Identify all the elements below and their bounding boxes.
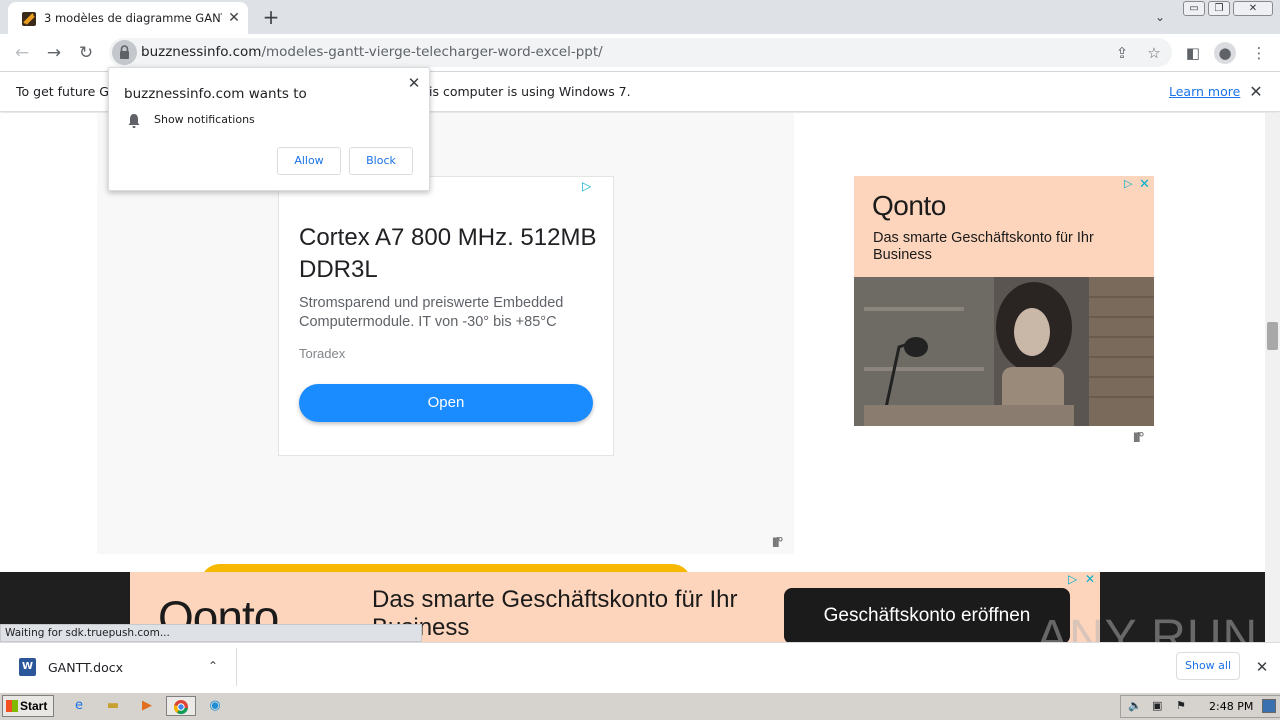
- close-window-button[interactable]: ✕: [1233, 1, 1273, 16]
- popup-title: buzznessinfo.com wants to: [124, 86, 307, 102]
- show-desktop-icon[interactable]: [1262, 699, 1276, 713]
- page-content: ▷ Cortex A7 800 MHz. 512MB DDR3L Stromsp…: [0, 113, 1265, 642]
- shelf-divider: [236, 648, 237, 686]
- url-path: /modeles-gantt-vierge-telecharger-word-e…: [261, 44, 603, 60]
- minimize-button[interactable]: ▭: [1183, 1, 1205, 16]
- browser-tab[interactable]: 3 modèles de diagramme GANTT vierges ✕: [8, 2, 248, 34]
- ad-photo: [854, 277, 1154, 426]
- infobar-text-start: To get future Go: [16, 84, 117, 99]
- tab-title: 3 modèles de diagramme GANTT vierges: [44, 11, 222, 25]
- page-scrollbar[interactable]: [1265, 113, 1280, 642]
- ad-network-logo-icon: IIl°: [1133, 429, 1144, 445]
- menu-kebab-icon[interactable]: ⋮: [1248, 42, 1270, 64]
- ad-description: Stromsparend und preiswerte Embedded Com…: [299, 295, 564, 330]
- adchoices-icon[interactable]: ▷: [582, 179, 596, 193]
- back-arrow-icon[interactable]: ←: [10, 42, 34, 64]
- file-explorer-icon[interactable]: ▬: [102, 696, 124, 716]
- show-all-button[interactable]: Show all: [1176, 652, 1240, 680]
- ad-close-icon[interactable]: ✕: [1139, 177, 1150, 192]
- download-file-name[interactable]: GANTT.docx: [48, 660, 123, 675]
- profile-avatar-icon[interactable]: ●: [1214, 42, 1236, 64]
- ad-brand: Toradex: [299, 346, 346, 361]
- infobar-text-end: is computer is using Windows 7.: [429, 84, 631, 99]
- status-bubble: Waiting for sdk.truepush.com...: [0, 624, 422, 642]
- volume-icon[interactable]: 🔈: [1128, 699, 1142, 712]
- ad-open-button[interactable]: Open: [299, 384, 593, 422]
- share-icon[interactable]: ⇪: [1111, 42, 1133, 64]
- tab-search-chevron-icon[interactable]: ⌄: [1150, 7, 1170, 27]
- chrome-icon[interactable]: [166, 696, 196, 716]
- url-host: buzznessinfo.com: [141, 44, 262, 60]
- ad-network-logo-icon: IIl°: [772, 534, 783, 550]
- qonto-logo: Qonto: [872, 190, 946, 221]
- side-panel-icon[interactable]: ◧: [1182, 42, 1204, 64]
- chevron-up-icon[interactable]: ⌃: [204, 657, 222, 675]
- scrollbar-thumb[interactable]: [1267, 322, 1278, 350]
- bookmark-star-icon[interactable]: ☆: [1143, 42, 1165, 64]
- edge-icon[interactable]: ◉: [204, 696, 226, 716]
- site-favicon-icon: [22, 12, 36, 26]
- bell-icon: [128, 114, 140, 128]
- taskbar-clock[interactable]: 2:48 PM: [1209, 700, 1253, 713]
- new-tab-button[interactable]: +: [260, 6, 282, 28]
- ad-close-icon[interactable]: ✕: [1085, 572, 1095, 586]
- lock-icon[interactable]: [112, 40, 137, 65]
- learn-more-link[interactable]: Learn more: [1169, 84, 1240, 99]
- start-button[interactable]: Start: [2, 695, 54, 717]
- infobar-close-icon[interactable]: ✕: [1246, 82, 1266, 102]
- system-tray: [1120, 695, 1280, 718]
- qonto-ad-sidebar[interactable]: ▷ ✕ Qonto Das smarte Geschäftskonto für …: [854, 176, 1154, 426]
- allow-button[interactable]: Allow: [277, 147, 341, 175]
- adchoices-icon[interactable]: ▷: [1124, 177, 1132, 190]
- address-bar[interactable]: buzznessinfo.com/modeles-gantt-vierge-te…: [109, 38, 1172, 67]
- tab-close-icon[interactable]: ✕: [224, 8, 244, 28]
- word-document-icon[interactable]: W: [19, 658, 36, 676]
- restore-button[interactable]: ❐: [1208, 1, 1230, 16]
- download-shelf: [0, 642, 1280, 692]
- toradex-ad[interactable]: ▷ Cortex A7 800 MHz. 512MB DDR3L Stromsp…: [278, 176, 614, 456]
- ad-tagline: Das smarte Geschäftskonto für Ihr Busine…: [873, 230, 1094, 263]
- url-text[interactable]: buzznessinfo.com/modeles-gantt-vierge-te…: [141, 44, 603, 60]
- reload-icon[interactable]: ↻: [74, 42, 98, 64]
- windows-flag-icon: [6, 700, 18, 712]
- media-player-icon[interactable]: ▶: [136, 696, 158, 716]
- banner-text: Das smarte Geschäftskonto für Ihr Busine…: [372, 586, 738, 641]
- network-icon[interactable]: ▣: [1152, 699, 1162, 712]
- block-button[interactable]: Block: [349, 147, 413, 175]
- start-label: Start: [20, 699, 48, 713]
- shelf-close-icon[interactable]: ✕: [1252, 657, 1272, 677]
- action-center-flag-icon[interactable]: ⚑: [1176, 699, 1186, 712]
- internet-explorer-icon[interactable]: e: [68, 696, 90, 716]
- permission-label: Show notifications: [154, 113, 255, 126]
- ad-title: Cortex A7 800 MHz. 512MB DDR3L: [299, 224, 597, 283]
- forward-arrow-icon[interactable]: →: [42, 42, 66, 64]
- banner-cta-button[interactable]: Geschäftskonto eröffnen: [784, 588, 1070, 642]
- notification-permission-popup: buzznessinfo.com wants to ✕ Show notific…: [108, 67, 430, 191]
- adchoices-icon[interactable]: ▷: [1068, 572, 1077, 586]
- popup-close-icon[interactable]: ✕: [405, 74, 423, 92]
